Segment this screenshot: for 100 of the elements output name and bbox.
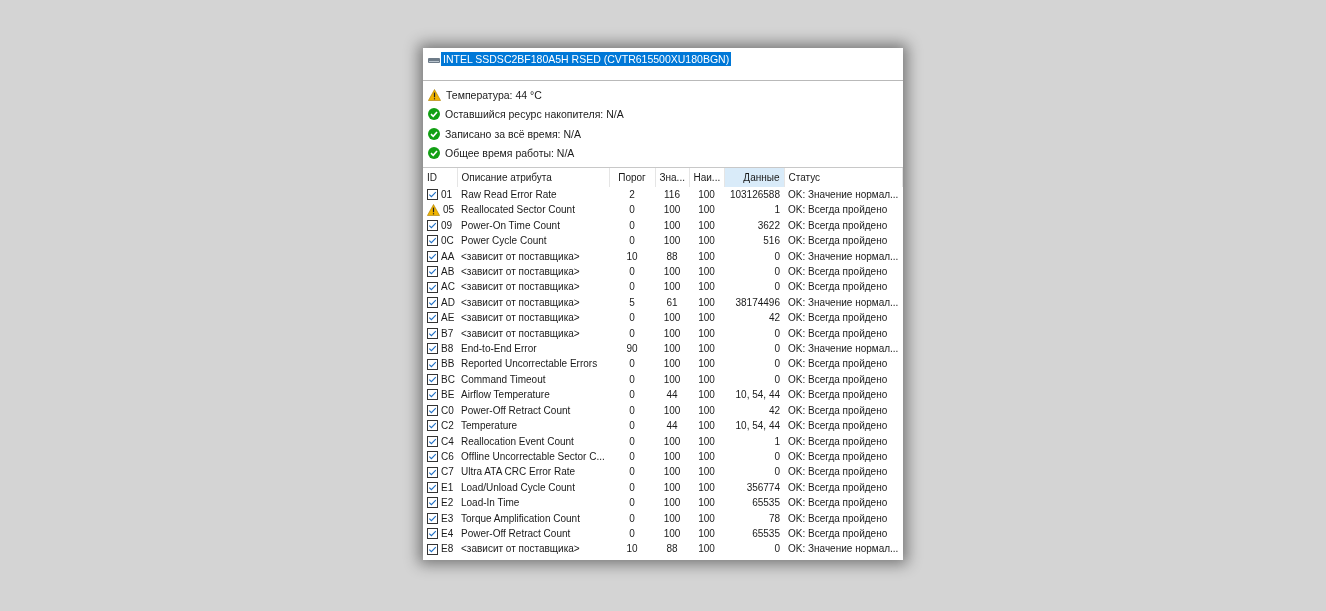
table-cell-text: 100 xyxy=(662,511,682,526)
checkbox[interactable] xyxy=(427,404,438,416)
checkbox[interactable] xyxy=(427,543,438,555)
checkbox[interactable] xyxy=(427,420,438,432)
table-cell-text: 0 xyxy=(628,326,636,341)
table-cell-text: 100 xyxy=(662,280,682,295)
table-cell-text: 100 xyxy=(697,234,716,249)
table-cell-text: 100 xyxy=(697,372,716,387)
table-cell-text: 0 xyxy=(628,311,636,326)
checkbox[interactable] xyxy=(427,528,438,540)
table-cell-text: OK: Всегда пройдено xyxy=(787,388,889,403)
column-header[interactable]: Наи... xyxy=(689,168,724,187)
checkbox[interactable] xyxy=(427,481,438,493)
table-cell-text: AD xyxy=(441,295,455,310)
table-cell-text: 100 xyxy=(662,234,682,249)
checkbox[interactable] xyxy=(427,327,438,339)
table-cell-text: 78 xyxy=(767,511,781,526)
checkbox[interactable] xyxy=(427,466,438,478)
table-cell-text: Temperature xyxy=(460,419,519,434)
table-cell-text: C7 xyxy=(441,465,454,480)
checkbox[interactable] xyxy=(427,374,438,386)
table-cell-text: 0 xyxy=(773,465,781,480)
table-cell-text: 42 xyxy=(767,403,781,418)
table-cell-text: OK: Всегда пройдено xyxy=(787,265,889,280)
table-cell-text: <зависит от поставщика> xyxy=(460,542,581,557)
table-cell-text: Torque Amplification Count xyxy=(460,511,581,526)
checkbox[interactable] xyxy=(427,358,438,370)
table-cell-text: Load/Unload Cycle Count xyxy=(460,480,576,495)
table-cell-text: 0 xyxy=(628,218,636,233)
table-cell-text: 88 xyxy=(665,249,679,264)
table-cell-text: <зависит от поставщика> xyxy=(460,311,581,326)
table-cell-text: OK: Всегда пройдено xyxy=(787,480,889,495)
table-cell-text: BE xyxy=(441,388,455,403)
table-cell-text: OK: Всегда пройдено xyxy=(787,326,889,341)
table-cell-text: 0 xyxy=(773,265,781,280)
table-cell-text: 100 xyxy=(697,357,716,372)
table-cell-text: <зависит от поставщика> xyxy=(460,326,581,341)
table-cell-text: E2 xyxy=(441,496,454,511)
table-cell-text: 100 xyxy=(697,249,716,264)
column-header[interactable]: Данные xyxy=(724,168,784,187)
checkbox[interactable] xyxy=(427,281,438,293)
table-cell-text: 0 xyxy=(628,388,636,403)
checkbox[interactable] xyxy=(427,451,438,463)
drive-title: INTEL SSDSC2BF180A5H RSED (CVTR615500XU180BGN) xyxy=(441,52,732,66)
checkbox[interactable] xyxy=(427,512,438,524)
table-cell-text: E8 xyxy=(441,542,454,557)
table-cell-text: 0 xyxy=(773,372,781,387)
table-cell-text: 100 xyxy=(697,218,716,233)
table-cell-text: Reallocation Event Count xyxy=(460,434,575,449)
table-cell-text: 356774 xyxy=(745,480,781,495)
column-header[interactable]: Порог xyxy=(609,168,655,187)
table-cell-text: 0 xyxy=(628,203,636,218)
table-cell-text: OK: Значение нормал... xyxy=(787,542,900,557)
table-cell-text: OK: Всегда пройдено xyxy=(787,372,889,387)
column-header[interactable]: Зна... xyxy=(655,168,689,187)
checkbox[interactable] xyxy=(427,250,438,262)
table-cell-text: 0 xyxy=(628,280,636,295)
table-cell-text: AC xyxy=(441,280,455,295)
table-cell-text: Power-On Time Count xyxy=(460,218,561,233)
table-cell-text: 42 xyxy=(767,311,781,326)
table-cell-text: OK: Всегда пройдено xyxy=(787,496,889,511)
checkbox[interactable] xyxy=(427,389,438,401)
checkbox[interactable] xyxy=(427,343,438,355)
table-cell-text: 0 xyxy=(628,480,636,495)
checkbox[interactable] xyxy=(427,297,438,309)
checkbox[interactable] xyxy=(427,189,438,201)
table-cell-text: OK: Всегда пройдено xyxy=(787,218,889,233)
checkbox[interactable] xyxy=(427,266,438,278)
column-header[interactable]: ID xyxy=(423,168,457,187)
table-cell-text: 100 xyxy=(662,218,682,233)
table-cell-text: 100 xyxy=(662,526,682,541)
table-cell-text: OK: Всегда пройдено xyxy=(787,449,889,464)
table-cell-text: 100 xyxy=(697,496,716,511)
checkbox[interactable] xyxy=(427,235,438,247)
table-cell-text: OK: Всегда пройдено xyxy=(787,280,889,295)
table-cell-text: 100 xyxy=(697,203,716,218)
column-header[interactable]: Статус xyxy=(784,168,903,187)
table-cell: 103126588 xyxy=(724,187,784,203)
checkbox[interactable] xyxy=(427,497,438,509)
table-cell-text: 100 xyxy=(697,542,716,557)
checkbox[interactable] xyxy=(427,435,438,447)
table-cell-text: BC xyxy=(441,372,455,387)
checkbox[interactable] xyxy=(427,312,438,324)
table-cell-text: 1 xyxy=(773,203,781,218)
table-cell-text: 0 xyxy=(773,249,781,264)
column-header[interactable]: Описание атрибута xyxy=(457,168,609,187)
table-cell-text: 10, 54, 44 xyxy=(734,419,781,434)
table-cell-text: <зависит от поставщика> xyxy=(460,249,581,264)
table-cell-text: 100 xyxy=(662,449,682,464)
table-cell-text: C2 xyxy=(441,419,454,434)
table-cell-text: 100 xyxy=(697,342,716,357)
table-cell-text: 44 xyxy=(665,388,679,403)
table-cell-text: 100 xyxy=(697,449,716,464)
table-cell-text: 0 xyxy=(773,326,781,341)
table-cell-text: 1 xyxy=(773,434,781,449)
checkbox[interactable] xyxy=(427,220,438,231)
table-cell-text: 65535 xyxy=(751,496,781,511)
table-cell-text: Power-Off Retract Count xyxy=(460,403,572,418)
table-cell-text: 0 xyxy=(628,419,636,434)
table-cell-text: 0 xyxy=(773,449,781,464)
